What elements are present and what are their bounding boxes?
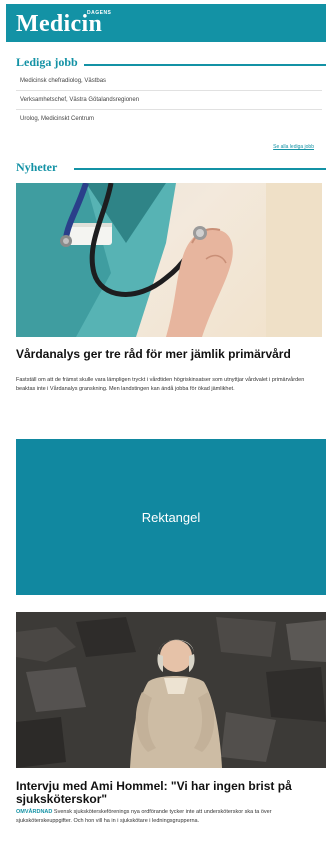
news-section-title: Nyheter — [16, 160, 58, 174]
article-image-portrait[interactable] — [16, 612, 326, 768]
jobs-section-rule — [84, 64, 326, 66]
job-item[interactable]: Medicinsk chefradiolog, Västbas — [16, 72, 322, 90]
stethoscope-photo-illustration — [16, 183, 322, 337]
page: DAGENS Medicin Lediga jobb Medicinsk che… — [0, 0, 332, 849]
article-summary: OMVÅRDNAD Svensk sjuksköterskeförenings … — [16, 808, 320, 826]
jobs-section-title: Lediga jobb — [16, 55, 78, 69]
article-summary-text: Svensk sjuksköterskeförenings nya ordför… — [16, 809, 272, 824]
job-item[interactable]: Verksamhetschef, Västra Götalandsregione… — [16, 90, 322, 109]
news-section-rule — [74, 168, 326, 170]
site-logo[interactable]: Medicin — [16, 11, 102, 38]
all-jobs-link[interactable]: Se alla lediga jobb — [273, 144, 314, 150]
article-summary: Fastställ om att de främst skulle vara l… — [16, 377, 305, 392]
jobs-list: Medicinsk chefradiolog, Västbas Verksamh… — [16, 72, 322, 154]
masthead: DAGENS Medicin — [6, 4, 326, 42]
job-item[interactable]: Urolog, Medicinskt Centrum — [16, 109, 322, 128]
article-image-stethoscope[interactable] — [16, 183, 322, 337]
article-title[interactable]: Intervju med Ami Hommel: "Vi har ingen b… — [16, 780, 316, 806]
article-title[interactable]: Vårdanalys ger tre råd för mer jämlik pr… — [16, 348, 316, 361]
ad-label: Rektangel — [141, 509, 201, 525]
article-kicker: OMVÅRDNAD — [16, 809, 53, 815]
portrait-photo-illustration — [16, 612, 326, 768]
ad-rectangle[interactable]: Rektangel — [16, 439, 326, 595]
